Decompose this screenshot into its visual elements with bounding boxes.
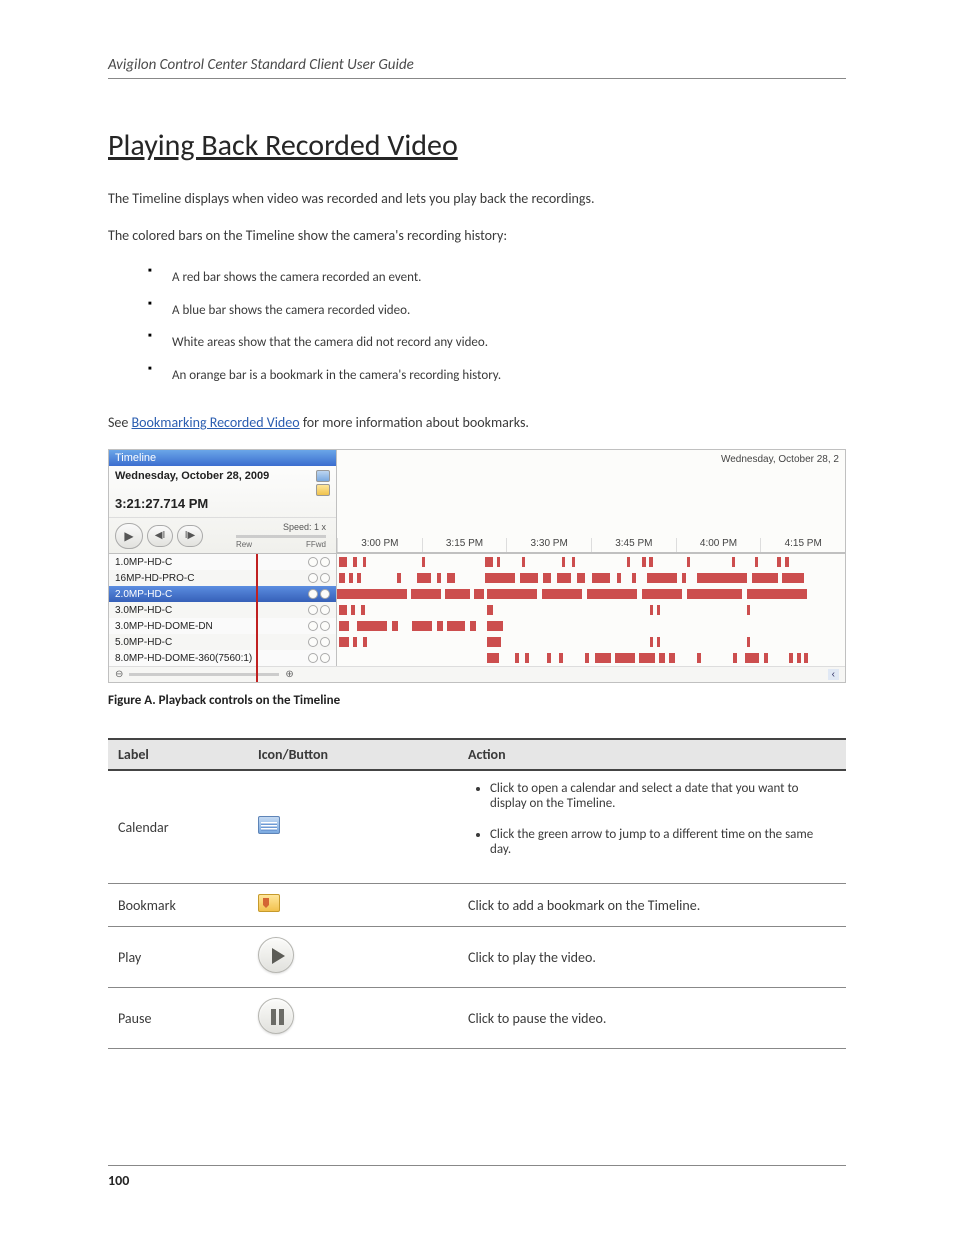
table-row: Calendar Click to open a calendar and se…	[108, 770, 846, 884]
intro-text: The Timeline displays when video was rec…	[108, 188, 846, 209]
camera-row[interactable]: 1.0MP-HD-C	[109, 554, 845, 570]
tick: 3:45 PM	[591, 538, 676, 552]
ruler-date: Wednesday, October 28, 2	[721, 454, 839, 465]
track[interactable]	[337, 554, 845, 570]
step-back-button[interactable]: ◀I	[147, 525, 173, 547]
rew-label: Rew	[236, 540, 252, 549]
zoom-out-icon[interactable]: ⊖	[115, 669, 123, 680]
camera-row[interactable]: 8.0MP-HD-DOME-360(7560:1)	[109, 650, 845, 666]
playhead[interactable]	[256, 554, 258, 682]
color-legend-list: A red bar shows the camera recorded an e…	[148, 262, 846, 392]
track[interactable]	[337, 650, 845, 666]
zoom-in-icon[interactable]: ⊕	[285, 669, 293, 680]
camera-label: 3.0MP-HD-DOME-DN	[115, 621, 213, 632]
tick: 3:30 PM	[506, 538, 591, 552]
camera-label: 1.0MP-HD-C	[115, 557, 172, 568]
action-text: Click to add a bookmark on the Timeline.	[458, 884, 846, 927]
list-item: A red bar shows the camera recorded an e…	[148, 262, 846, 295]
pause-icon	[258, 998, 294, 1034]
camera-row[interactable]: 3.0MP-HD-C	[109, 602, 845, 618]
th-icon: Icon/Button	[248, 739, 458, 770]
time-ruler[interactable]: 3:00 PM 3:15 PM 3:30 PM 3:45 PM 4:00 PM …	[337, 516, 845, 552]
th-action: Action	[458, 739, 846, 770]
camera-row[interactable]: 3.0MP-HD-DOME-DN	[109, 618, 845, 634]
note-prefix: See	[108, 414, 132, 431]
camera-row[interactable]: 16MP-HD-PRO-C	[109, 570, 845, 586]
play-button[interactable]: ▶	[115, 523, 143, 549]
camera-row[interactable]: 2.0MP-HD-C	[109, 586, 845, 602]
table-row: Play Click to play the video.	[108, 927, 846, 988]
note-suffix: for more information about bookmarks.	[303, 414, 529, 431]
tick: 4:15 PM	[760, 538, 845, 552]
timeline-time: 3:21:27.714 PM	[109, 496, 336, 517]
action-text: Click to pause the video.	[458, 988, 846, 1049]
row-label: Calendar	[108, 770, 248, 884]
track[interactable]	[337, 602, 845, 618]
track[interactable]	[337, 570, 845, 586]
ffwd-label: FFwd	[306, 540, 326, 549]
timeline-panel: Timeline Wednesday, October 28, 2009 3:2…	[108, 449, 846, 683]
scroll-left-icon[interactable]: ‹	[828, 669, 839, 680]
tick: 4:00 PM	[676, 538, 761, 552]
figure-caption: Figure A. Playback controls on the Timel…	[108, 693, 846, 708]
timeline-rows: 1.0MP-HD-C 16MP-HD-PRO-C	[109, 553, 845, 682]
track[interactable]	[337, 618, 845, 634]
action-text: Click the green arrow to jump to a diffe…	[490, 827, 836, 857]
list-item: An orange bar is a bookmark in the camer…	[148, 360, 846, 393]
tick: 3:15 PM	[422, 538, 507, 552]
list-item: A blue bar shows the camera recorded vid…	[148, 295, 846, 328]
bookmark-link[interactable]: Bookmarking Recorded Video	[132, 414, 300, 431]
tick: 3:00 PM	[337, 538, 422, 552]
action-text: Click to play the video.	[458, 927, 846, 988]
camera-label: 8.0MP-HD-DOME-360(7560:1)	[115, 653, 252, 664]
camera-label: 3.0MP-HD-C	[115, 605, 172, 616]
page-number: 100	[108, 1172, 129, 1189]
bookmark-icon[interactable]	[316, 484, 330, 496]
play-icon	[258, 937, 294, 973]
speed-label: Speed: 1 x	[236, 522, 326, 532]
th-label: Label	[108, 739, 248, 770]
camera-label: 5.0MP-HD-C	[115, 637, 172, 648]
track[interactable]	[337, 586, 845, 602]
table-row: Pause Click to pause the video.	[108, 988, 846, 1049]
timeline-title: Timeline	[109, 450, 336, 466]
running-header: Avigilon Control Center Standard Client …	[108, 56, 846, 79]
bookmark-icon	[258, 894, 280, 912]
table-row: Bookmark Click to add a bookmark on the …	[108, 884, 846, 927]
calendar-icon	[258, 816, 280, 834]
camera-label: 2.0MP-HD-C	[115, 589, 172, 600]
colors-intro: The colored bars on the Timeline show th…	[108, 225, 846, 246]
page-footer: 100	[108, 1165, 846, 1189]
row-label: Bookmark	[108, 884, 248, 927]
step-forward-button[interactable]: I▶	[177, 525, 203, 547]
track[interactable]	[337, 634, 845, 650]
calendar-icon[interactable]	[316, 470, 330, 482]
speed-control[interactable]: Speed: 1 x Rew FFwd	[236, 522, 330, 549]
row-label: Pause	[108, 988, 248, 1049]
bookmark-note: See Bookmarking Recorded Video for more …	[108, 412, 846, 433]
timeline-date: Wednesday, October 28, 2009	[115, 470, 269, 482]
camera-row[interactable]: 5.0MP-HD-C	[109, 634, 845, 650]
page-title: Playing Back Recorded Video	[108, 127, 846, 164]
camera-label: 16MP-HD-PRO-C	[115, 573, 194, 584]
list-item: White areas show that the camera did not…	[148, 327, 846, 360]
timeline-figure: Timeline Wednesday, October 28, 2009 3:2…	[108, 449, 846, 708]
controls-table: Label Icon/Button Action Calendar Click …	[108, 738, 846, 1049]
row-label: Play	[108, 927, 248, 988]
action-text: Click to open a calendar and select a da…	[490, 781, 836, 811]
